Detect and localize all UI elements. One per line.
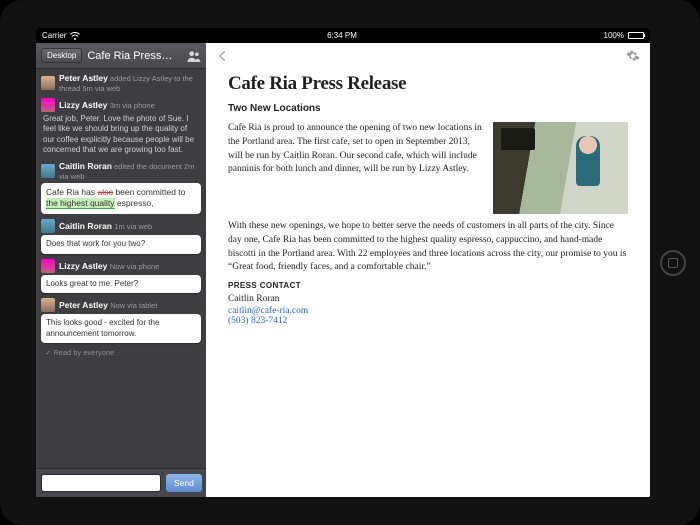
contact-name: Caitlin Roran bbox=[228, 294, 628, 304]
contact-phone-link[interactable]: (503) 823-7412 bbox=[228, 316, 628, 326]
doc-subtitle: Two New Locations bbox=[228, 103, 628, 114]
status-bar: Carrier 6:34 PM 100% bbox=[36, 28, 650, 43]
diff-preview[interactable]: Cafe Ria has also been committed to the … bbox=[41, 183, 201, 215]
home-button[interactable] bbox=[660, 250, 686, 276]
author-name: Peter Astley bbox=[59, 300, 108, 310]
avatar bbox=[41, 76, 55, 90]
battery-icon bbox=[628, 32, 644, 39]
contact-label: PRESS CONTACT bbox=[228, 281, 628, 290]
document-pane: Cafe Ria Press Release Two New Locations… bbox=[206, 43, 650, 497]
doc-paragraph: With these new openings, we hope to bett… bbox=[228, 220, 628, 275]
avatar bbox=[41, 98, 55, 112]
carrier-label: Carrier bbox=[42, 31, 66, 40]
diff-deleted: also bbox=[98, 187, 114, 197]
send-button[interactable]: Send bbox=[166, 474, 202, 492]
author-name: Caitlin Roran bbox=[59, 161, 112, 171]
doc-toolbar bbox=[206, 43, 650, 69]
composer: Send bbox=[36, 468, 206, 497]
clock: 6:34 PM bbox=[327, 31, 357, 40]
app-body: Desktop Cafe Ria Press… Peter Astley add… bbox=[36, 43, 650, 497]
avatar bbox=[41, 164, 55, 178]
thread-item: Lizzy Astley 3m via phone Great job, Pet… bbox=[41, 98, 201, 156]
battery-pct: 100% bbox=[604, 31, 624, 40]
diff-inserted: the highest quality bbox=[46, 198, 115, 209]
thread-item: Lizzy Astley Now via phone Looks great t… bbox=[41, 259, 201, 293]
msg-meta: Now via tablet bbox=[110, 301, 157, 310]
author-name: Caitlin Roran bbox=[59, 221, 112, 231]
msg-body: This looks good - excited for the announ… bbox=[41, 314, 201, 343]
thread-item: Peter Astley Now via tablet This looks g… bbox=[41, 298, 201, 343]
msg-meta: 1m via web bbox=[114, 222, 152, 231]
back-chevron-icon[interactable] bbox=[216, 49, 230, 63]
avatar bbox=[41, 219, 55, 233]
author-name: Lizzy Astley bbox=[59, 261, 107, 271]
contact-email-link[interactable]: caitlin@cafe-ria.com bbox=[228, 306, 628, 316]
thread-list[interactable]: Peter Astley added Lizzy Astley to the t… bbox=[36, 69, 206, 468]
screen: Carrier 6:34 PM 100% Desktop Cafe Ria Pr… bbox=[36, 28, 650, 497]
msg-body: Looks great to me. Peter? bbox=[41, 275, 201, 293]
doc-image bbox=[493, 122, 628, 214]
read-receipt: ✓ Read by everyone bbox=[45, 348, 201, 357]
doc-title: Cafe Ria Press Release bbox=[228, 73, 628, 95]
people-icon[interactable] bbox=[187, 50, 201, 62]
thread-item: Peter Astley added Lizzy Astley to the t… bbox=[41, 73, 201, 93]
thread-item: Caitlin Roran 1m via web Does that work … bbox=[41, 219, 201, 253]
msg-meta: 3m via phone bbox=[110, 101, 155, 110]
msg-body: Does that work for you two? bbox=[41, 235, 201, 253]
sidebar-header: Desktop Cafe Ria Press… bbox=[36, 43, 206, 69]
tablet-frame: Carrier 6:34 PM 100% Desktop Cafe Ria Pr… bbox=[0, 0, 700, 525]
avatar bbox=[41, 259, 55, 273]
gear-icon[interactable] bbox=[626, 49, 640, 63]
msg-body: Great job, Peter. Love the photo of Sue.… bbox=[41, 114, 201, 156]
thread-item: Caitlin Roran edited the document 2m via… bbox=[41, 161, 201, 215]
wifi-icon bbox=[70, 32, 80, 40]
author-name: Peter Astley bbox=[59, 73, 108, 83]
sidebar: Desktop Cafe Ria Press… Peter Astley add… bbox=[36, 43, 206, 497]
desktop-badge[interactable]: Desktop bbox=[41, 48, 82, 63]
sidebar-title: Cafe Ria Press… bbox=[87, 50, 182, 62]
avatar bbox=[41, 298, 55, 312]
composer-input[interactable] bbox=[41, 474, 161, 492]
doc-paragraph: Cafe Ria is proud to announce the openin… bbox=[228, 122, 483, 208]
msg-meta: Now via phone bbox=[110, 262, 160, 271]
document-body[interactable]: Cafe Ria Press Release Two New Locations… bbox=[206, 69, 650, 336]
author-name: Lizzy Astley bbox=[59, 100, 107, 110]
